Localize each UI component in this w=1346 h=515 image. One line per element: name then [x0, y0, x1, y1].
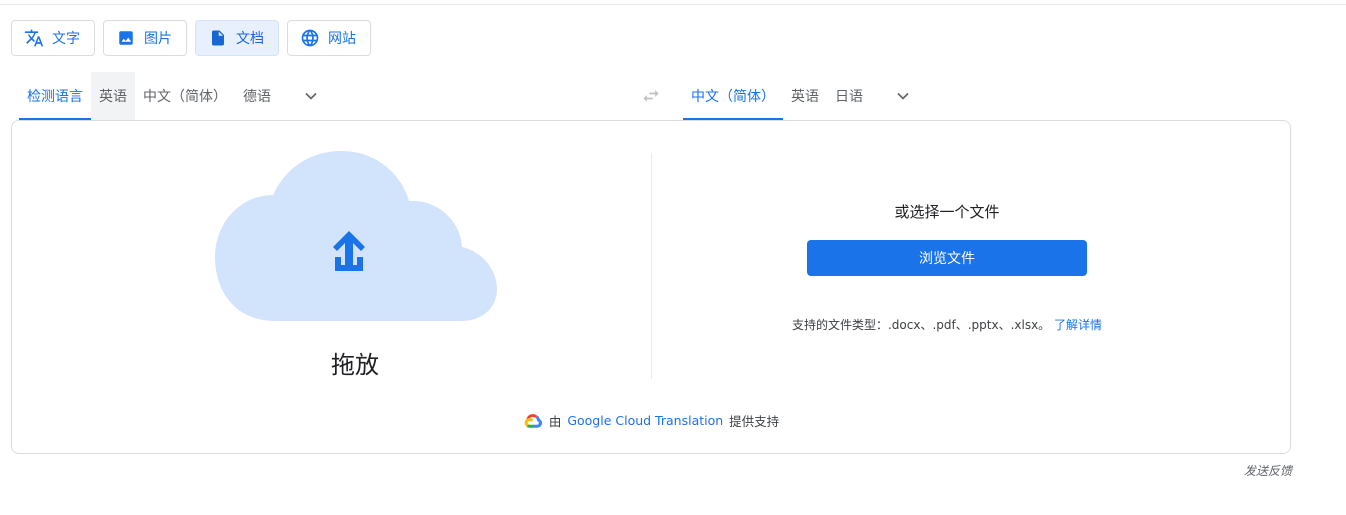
powered-prefix: 由: [548, 414, 562, 429]
target-language-bar: 中文（简体） 英语 日语: [683, 72, 923, 120]
panel-divider: [651, 153, 652, 379]
image-icon: [116, 28, 136, 48]
translate-icon: [24, 28, 44, 48]
tab-images-label: 图片: [144, 30, 172, 46]
tab-websites-label: 网站: [328, 30, 356, 46]
mode-tabs: 文字 图片 文档 网站: [11, 20, 371, 56]
google-cloud-logo-icon: [524, 413, 542, 428]
learn-more-link[interactable]: 了解详情: [1054, 318, 1102, 332]
source-lang-chinese-simplified[interactable]: 中文（简体）: [135, 72, 235, 120]
tab-text-label: 文字: [52, 30, 80, 46]
drop-zone[interactable]: [215, 151, 497, 325]
swap-arrows-icon: [643, 90, 659, 102]
drop-label: 拖放: [331, 351, 379, 379]
top-divider: [0, 4, 1346, 5]
source-language-bar: 检测语言 英语 中文（简体） 德语: [19, 72, 331, 120]
tab-images[interactable]: 图片: [103, 20, 187, 56]
document-upload-panel: 拖放 或选择一个文件 浏览文件 支持的文件类型：.docx、.pdf、.pptx…: [11, 120, 1291, 454]
document-icon: [208, 28, 228, 48]
globe-icon: [300, 28, 320, 48]
source-lang-german[interactable]: 德语: [235, 72, 279, 120]
source-lang-english[interactable]: 英语: [91, 72, 135, 120]
source-more-languages-button[interactable]: [291, 72, 331, 120]
target-lang-chinese-simplified[interactable]: 中文（简体）: [683, 72, 783, 120]
tab-documents-label: 文档: [236, 30, 264, 46]
chevron-down-icon: [897, 92, 909, 100]
supported-file-types: 支持的文件类型：.docx、.pdf、.pptx、.xlsx。 了解详情: [712, 316, 1182, 333]
source-lang-detect[interactable]: 检测语言: [19, 72, 91, 120]
file-types-text: 支持的文件类型：.docx、.pdf、.pptx、.xlsx。: [791, 318, 1051, 332]
cloud-upload-icon: [215, 151, 497, 321]
google-cloud-translation-link[interactable]: Google Cloud Translation: [567, 413, 723, 428]
swap-languages-button[interactable]: [638, 84, 664, 108]
tab-websites[interactable]: 网站: [287, 20, 371, 56]
target-lang-english[interactable]: 英语: [783, 72, 827, 120]
chevron-down-icon: [305, 92, 317, 100]
target-more-languages-button[interactable]: [883, 72, 923, 120]
browse-files-button[interactable]: 浏览文件: [807, 240, 1087, 276]
tab-text[interactable]: 文字: [11, 20, 95, 56]
tab-documents[interactable]: 文档: [195, 20, 279, 56]
powered-suffix: 提供支持: [729, 414, 780, 429]
send-feedback-link[interactable]: 发送反馈: [1220, 462, 1292, 479]
choose-file-label: 或选择一个文件: [894, 203, 1000, 221]
target-lang-japanese[interactable]: 日语: [827, 72, 871, 120]
powered-by: 由 Google Cloud Translation 提供支持: [12, 411, 1290, 430]
